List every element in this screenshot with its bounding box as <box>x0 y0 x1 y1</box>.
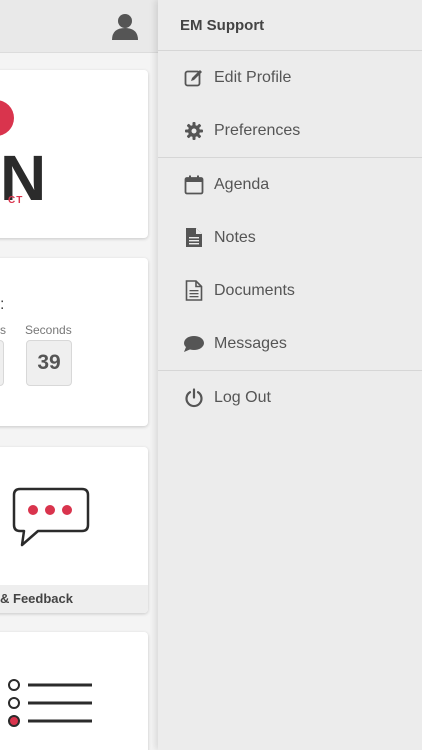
menu-item-label: Agenda <box>214 175 270 193</box>
logo-subtext: CT <box>8 195 24 206</box>
previous-unit-box <box>0 340 4 386</box>
menu-item-label: Notes <box>214 228 256 246</box>
menu-group-profile: Edit Profile Preferences <box>158 51 422 158</box>
menu-item-preferences[interactable]: Preferences <box>158 104 422 157</box>
main-content: N CT : s Seconds 39 & Feedback <box>0 0 158 750</box>
feedback-footer: & Feedback <box>0 585 148 613</box>
list-icon <box>8 679 92 727</box>
user-avatar-button[interactable] <box>110 11 140 41</box>
menu-item-label: Log Out <box>214 388 271 406</box>
menu-item-label: Preferences <box>214 121 301 139</box>
seconds-value: 39 <box>26 340 72 386</box>
power-icon <box>183 387 205 409</box>
menu-header: EM Support <box>158 0 422 51</box>
feedback-chat-icon <box>12 487 90 547</box>
chat-bubble-icon <box>183 333 205 355</box>
menu-item-documents[interactable]: Documents <box>158 264 422 317</box>
top-bar <box>0 0 158 53</box>
feedback-card[interactable]: & Feedback <box>0 447 148 613</box>
countdown-separator: : <box>0 296 5 313</box>
menu-group-session: Log Out <box>158 371 422 424</box>
menu-item-edit-profile[interactable]: Edit Profile <box>158 51 422 104</box>
edit-icon <box>183 67 205 89</box>
menu-group-content: Agenda Notes Documents Messages <box>158 158 422 371</box>
side-menu: EM Support Edit Profile Preferences Agen… <box>158 0 422 750</box>
menu-item-log-out[interactable]: Log Out <box>158 371 422 424</box>
document-icon <box>183 280 205 302</box>
menu-item-label: Documents <box>214 281 295 299</box>
notes-icon <box>183 227 205 249</box>
countdown-card: : s Seconds 39 <box>0 258 148 426</box>
seconds-label: Seconds <box>25 323 72 337</box>
menu-item-messages[interactable]: Messages <box>158 317 422 370</box>
calendar-icon <box>183 174 205 196</box>
feedback-label: & Feedback <box>0 591 73 606</box>
menu-item-label: Edit Profile <box>214 68 292 86</box>
logo-badge <box>0 100 14 136</box>
user-icon <box>112 14 138 40</box>
menu-item-agenda[interactable]: Agenda <box>158 158 422 211</box>
gear-icon <box>183 120 205 142</box>
event-logo-card[interactable]: N CT <box>0 70 148 238</box>
menu-title: EM Support <box>180 17 265 34</box>
menu-item-label: Messages <box>214 334 287 352</box>
menu-item-notes[interactable]: Notes <box>158 211 422 264</box>
previous-unit-label: s <box>0 323 6 337</box>
list-card[interactable] <box>0 632 148 750</box>
